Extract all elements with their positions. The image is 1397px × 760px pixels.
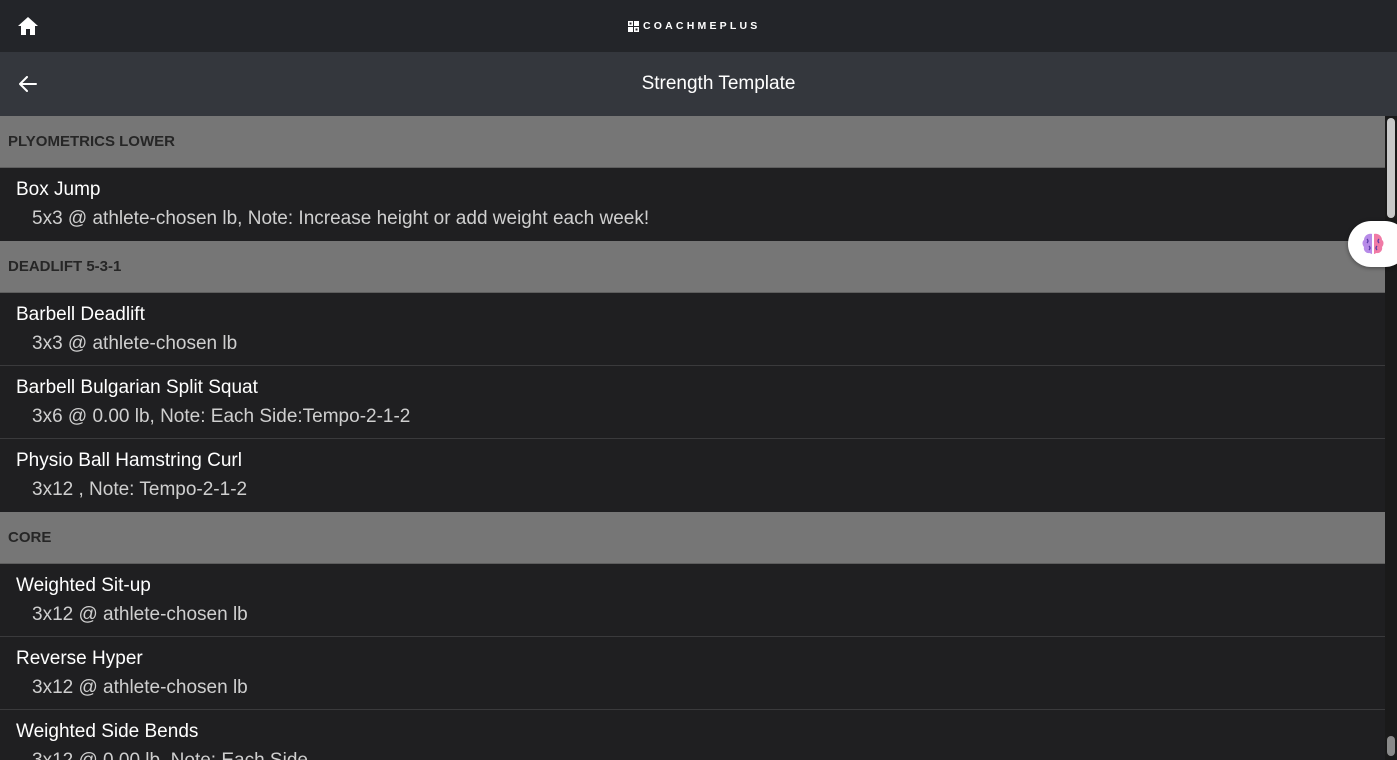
- exercise-detail: 3x6 @ 0.00 lb, Note: Each Side:Tempo-2-1…: [32, 406, 411, 427]
- exercise-row[interactable]: Weighted Sit-up 3x12 @ athlete-chosen lb: [0, 564, 1385, 637]
- exercise-detail: 3x3 @ athlete-chosen lb: [32, 333, 238, 354]
- section-header: DEADLIFT 5-3-1: [0, 241, 1385, 293]
- exercise-detail: 5x3 @ athlete-chosen lb, Note: Increase …: [32, 208, 650, 229]
- exercise-row[interactable]: Barbell Bulgarian Split Squat 3x6 @ 0.00…: [0, 366, 1385, 439]
- back-button[interactable]: [14, 70, 42, 98]
- top-bar: COACHMEPLUS: [0, 0, 1397, 52]
- brand-logo: COACHMEPLUS: [628, 18, 760, 34]
- page-header: Strength Template: [0, 52, 1397, 116]
- scrollbar-end-indicator: [1387, 736, 1395, 756]
- brand-name: COACHMEPLUS: [643, 20, 761, 32]
- scrollbar[interactable]: [1385, 116, 1397, 760]
- exercise-name: Physio Ball Hamstring Curl: [16, 450, 242, 471]
- exercise-row[interactable]: Physio Ball Hamstring Curl 3x12 , Note: …: [0, 439, 1385, 512]
- exercise-detail: 3x12 , Note: Tempo-2-1-2: [32, 479, 248, 500]
- exercise-row[interactable]: Reverse Hyper 3x12 @ athlete-chosen lb: [0, 637, 1385, 710]
- assistant-widget-button[interactable]: [1348, 221, 1397, 267]
- home-button[interactable]: [14, 12, 42, 40]
- app-root: COACHMEPLUS Strength Template PLYOMETRIC…: [0, 0, 1397, 760]
- exercise-detail: 3x12 @ athlete-chosen lb: [32, 604, 248, 625]
- page-title: Strength Template: [641, 73, 796, 94]
- exercise-row[interactable]: Box Jump 5x3 @ athlete-chosen lb, Note: …: [0, 168, 1385, 241]
- exercise-detail: 3x12 @ athlete-chosen lb: [32, 677, 248, 698]
- exercise-name: Box Jump: [16, 179, 101, 200]
- home-icon: [18, 17, 38, 35]
- scrollbar-thumb[interactable]: [1387, 118, 1395, 218]
- section-header: CORE: [0, 512, 1385, 564]
- exercise-row[interactable]: Barbell Deadlift 3x3 @ athlete-chosen lb: [0, 293, 1385, 366]
- exercise-name: Weighted Side Bends: [16, 721, 199, 742]
- exercise-detail: 3x12 @ 0.00 lb, Note: Each Side: [32, 750, 308, 760]
- exercise-list[interactable]: PLYOMETRICS LOWER Box Jump 5x3 @ athlete…: [0, 116, 1385, 760]
- arrow-left-icon: [19, 76, 37, 92]
- exercise-name: Weighted Sit-up: [16, 575, 151, 596]
- section-header: PLYOMETRICS LOWER: [0, 116, 1385, 168]
- brain-icon: [1362, 233, 1384, 254]
- exercise-name: Barbell Deadlift: [16, 304, 145, 325]
- brand-mark-icon: [628, 20, 639, 32]
- exercise-row[interactable]: Weighted Side Bends 3x12 @ 0.00 lb, Note…: [0, 710, 1385, 760]
- exercise-name: Barbell Bulgarian Split Squat: [16, 377, 258, 398]
- exercise-name: Reverse Hyper: [16, 648, 143, 669]
